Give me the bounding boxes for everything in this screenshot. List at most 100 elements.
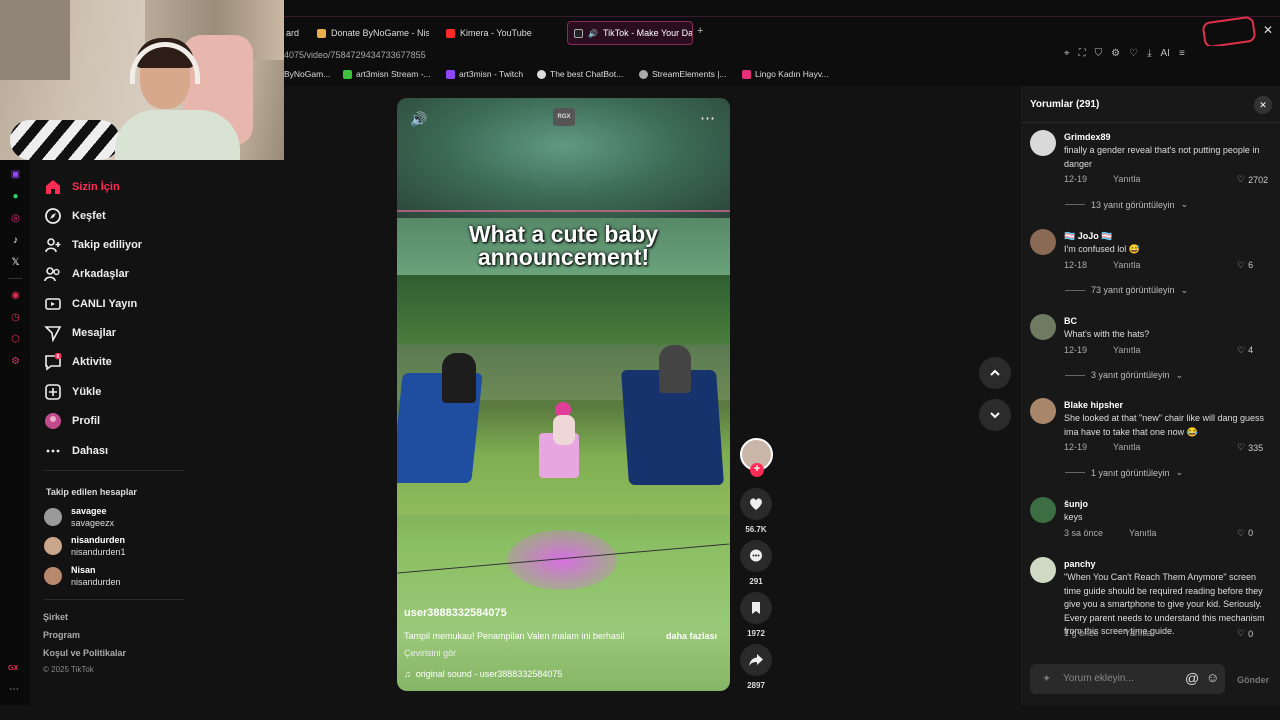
tab-youtube[interactable]: Kimera - YouTube bbox=[446, 21, 556, 45]
emoji-icon[interactable]: ☺ bbox=[1206, 670, 1219, 685]
tab-bynogame[interactable]: Donate ByNoGame - Nisa bbox=[317, 21, 429, 45]
view-replies-button[interactable]: 73 yanıt görüntüleyin ⌄ bbox=[1065, 285, 1188, 296]
next-video-button[interactable] bbox=[979, 399, 1011, 431]
shield-icon[interactable]: ⛉ bbox=[1095, 48, 1103, 59]
sticker-icon[interactable]: ✦ bbox=[1042, 672, 1051, 685]
sidebar-item-activity[interactable]: 6 Aktivite bbox=[44, 350, 194, 374]
tiktok-icon bbox=[574, 28, 583, 38]
comment-like-button[interactable]: ♡ 4 bbox=[1237, 345, 1253, 356]
mention-icon[interactable]: @ bbox=[1185, 670, 1199, 686]
close-comments-button[interactable]: ✕ bbox=[1254, 96, 1272, 114]
new-tab-button[interactable]: + bbox=[697, 25, 703, 37]
footer-program-link[interactable]: Program bbox=[43, 630, 80, 640]
followed-account[interactable]: nisandurden nisandurden1 bbox=[44, 534, 126, 558]
comment-button[interactable] bbox=[740, 540, 772, 572]
commenter-avatar[interactable] bbox=[1030, 557, 1056, 583]
bookmark-item[interactable]: The best ChatBot... bbox=[537, 69, 623, 79]
commenter-avatar[interactable] bbox=[1030, 314, 1056, 340]
comment-like-button[interactable]: ♡ 0 bbox=[1237, 528, 1253, 539]
reply-link[interactable]: Yanıtla bbox=[1125, 628, 1152, 638]
commenter-name[interactable]: 🏳️‍⚧️ JoJo 🏳️‍⚧️ bbox=[1064, 231, 1112, 242]
view-replies-button[interactable]: 3 yanıt görüntüleyin ⌄ bbox=[1065, 370, 1183, 381]
sidebar-item-label: Mesajlar bbox=[72, 327, 117, 339]
bookmark-item[interactable]: Lingo Kadın Hayv... bbox=[742, 69, 829, 79]
bookmark-item[interactable]: ByNoGam... bbox=[284, 69, 330, 79]
whatsapp-icon[interactable]: ● bbox=[10, 191, 21, 202]
x-icon[interactable]: 𝕏 bbox=[10, 257, 21, 268]
speaker-icon: 🔊 bbox=[588, 28, 598, 38]
footer-terms-link[interactable]: Koşul ve Politikalar bbox=[43, 648, 126, 658]
view-replies-button[interactable]: 13 yanıt görüntüleyin ⌄ bbox=[1065, 199, 1188, 210]
bookmark-item[interactable]: art3misn - Twitch bbox=[446, 69, 523, 79]
commenter-avatar[interactable] bbox=[1030, 398, 1056, 424]
sidebar-item-profile[interactable]: Profil bbox=[44, 409, 194, 433]
tab-tiktok[interactable]: 🔊 TikTok - Make Your Da bbox=[567, 21, 693, 45]
video-player[interactable]: What a cute baby announcement! 🔊 RGX ⋯ u… bbox=[397, 98, 730, 691]
sidebar-item-for-you[interactable]: Sizin İçin bbox=[44, 175, 194, 199]
pin-icon[interactable]: ⌖ bbox=[1064, 48, 1070, 59]
video-username[interactable]: user3888332584075 bbox=[404, 607, 507, 619]
comment-meta: 1 g önce Yanıtla bbox=[1064, 628, 1152, 638]
extensions-icon[interactable]: ⬡ bbox=[10, 334, 21, 345]
heart-icon[interactable]: ♡ bbox=[1129, 48, 1138, 59]
volume-icon[interactable]: 🔊 bbox=[410, 111, 427, 128]
download-icon[interactable]: ⤓ bbox=[1147, 48, 1151, 59]
more-icon[interactable]: ⋯ bbox=[9, 684, 19, 695]
send-comment-button[interactable]: Gönder bbox=[1237, 675, 1269, 685]
sound-link[interactable]: ♫ original sound - user3888332584075 bbox=[404, 669, 562, 679]
instagram-icon[interactable]: ◎ bbox=[10, 213, 21, 224]
bookmark-icon bbox=[752, 602, 760, 614]
reply-link[interactable]: Yanıtla bbox=[1129, 528, 1156, 538]
more-options-icon[interactable]: ⋯ bbox=[700, 109, 716, 127]
reply-link[interactable]: Yanıtla bbox=[1113, 442, 1140, 452]
follow-plus-icon[interactable]: + bbox=[750, 463, 764, 477]
menu-icon[interactable]: ≡ bbox=[1179, 48, 1185, 59]
commenter-avatar[interactable] bbox=[1030, 497, 1056, 523]
sidebar-item-live[interactable]: CANLI Yayın bbox=[44, 292, 194, 316]
sidebar-item-more[interactable]: Dahası bbox=[44, 439, 194, 463]
commenter-name[interactable]: panchy bbox=[1064, 559, 1096, 569]
bookmark-item[interactable]: art3misn Stream -... bbox=[343, 69, 431, 79]
extensions-icon[interactable]: ⚙ bbox=[1111, 48, 1120, 59]
history-icon[interactable]: ◷ bbox=[10, 312, 21, 323]
followed-account[interactable]: Nisan nisandurden bbox=[44, 564, 121, 588]
footer-company-link[interactable]: Şirket bbox=[43, 612, 68, 622]
sidebar-item-following[interactable]: Takip ediliyor bbox=[44, 233, 194, 257]
sidebar-item-friends[interactable]: Arkadaşlar bbox=[44, 262, 194, 286]
ai-button[interactable]: AI bbox=[1161, 48, 1170, 59]
commenter-avatar[interactable] bbox=[1030, 229, 1056, 255]
comment-like-button[interactable]: ♡ 335 bbox=[1237, 442, 1263, 453]
commenter-name[interactable]: BC bbox=[1064, 316, 1077, 326]
comment-like-button[interactable]: ♡ 6 bbox=[1237, 260, 1253, 271]
close-window-icon[interactable]: ✕ bbox=[1263, 23, 1273, 37]
snapshot-icon[interactable]: ⛶ bbox=[1079, 48, 1086, 59]
see-more-link[interactable]: daha fazlası bbox=[666, 631, 717, 641]
commenter-name[interactable]: Grimdex89 bbox=[1064, 132, 1111, 142]
sidebar-item-upload[interactable]: Yükle bbox=[44, 380, 194, 404]
tiktok-icon[interactable]: ♪ bbox=[10, 235, 21, 246]
save-button[interactable] bbox=[740, 592, 772, 624]
comment-like-button[interactable]: ♡ 0 bbox=[1237, 628, 1253, 639]
view-replies-button[interactable]: 1 yanıt görüntüleyin ⌄ bbox=[1065, 467, 1183, 478]
sidebar-item-explore[interactable]: Keşfet bbox=[44, 204, 194, 228]
followed-account[interactable]: savagee savageezx bbox=[44, 505, 114, 529]
comment-like-button[interactable]: ♡ 2702 bbox=[1237, 174, 1268, 185]
reply-link[interactable]: Yanıtla bbox=[1113, 174, 1140, 184]
twitch-icon[interactable]: ▣ bbox=[10, 169, 21, 180]
commenter-name[interactable]: šunjo bbox=[1064, 499, 1088, 509]
commenter-avatar[interactable] bbox=[1030, 130, 1056, 156]
sidebar-item-messages[interactable]: Mesajlar bbox=[44, 321, 194, 345]
settings-icon[interactable]: ⚙ bbox=[10, 356, 21, 367]
previous-video-button[interactable] bbox=[979, 357, 1011, 389]
translate-link[interactable]: Çevirisini gör bbox=[404, 648, 456, 658]
comment-input-box[interactable]: ✦ Yorum ekleyin... @ ☺ bbox=[1030, 664, 1225, 694]
tab-dashboard[interactable]: ard bbox=[286, 21, 299, 45]
chevron-down-icon bbox=[990, 412, 1000, 419]
commenter-name[interactable]: Blake hipsher bbox=[1064, 400, 1123, 410]
share-button[interactable] bbox=[740, 644, 772, 676]
reply-link[interactable]: Yanıtla bbox=[1113, 260, 1140, 270]
reply-link[interactable]: Yanıtla bbox=[1113, 345, 1140, 355]
like-button[interactable] bbox=[740, 488, 772, 520]
bookmark-item[interactable]: StreamElements |... bbox=[639, 69, 726, 79]
player-icon[interactable]: ◉ bbox=[10, 290, 21, 301]
